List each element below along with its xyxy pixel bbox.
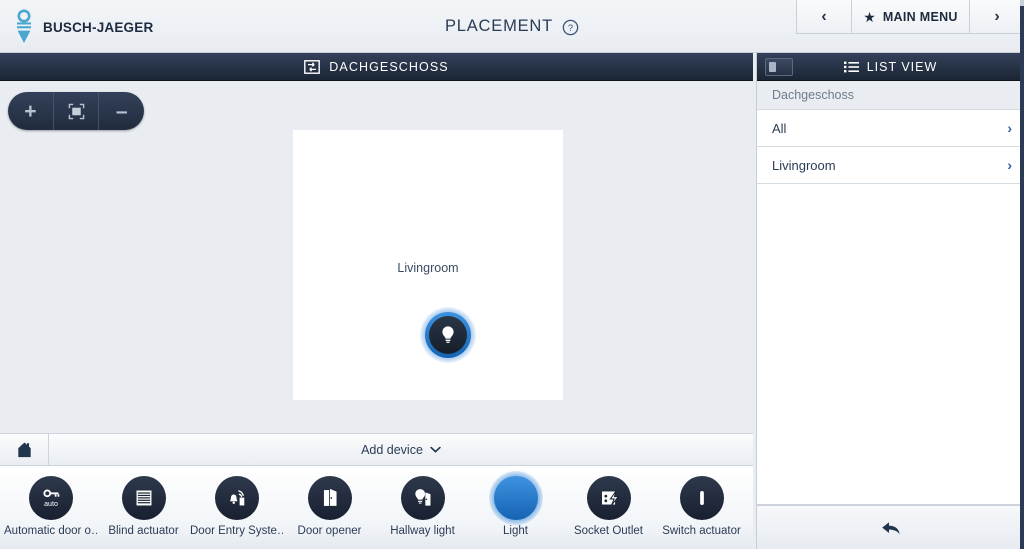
application-window: BUSCH-JAEGER PLACEMENT ? ‹ ★ MAIN MENU › [0,0,1024,549]
collapse-panel-icon[interactable] [765,58,793,76]
list-icon [843,61,859,72]
header-navigation: ‹ ★ MAIN MENU › [796,0,1024,34]
star-icon: ★ [863,8,876,25]
window-right-edge [1020,0,1024,549]
palette-item-door[interactable]: Door [748,466,753,537]
palette-item-hallway-light[interactable]: Hallway light [376,466,469,537]
list-item-label: All [772,120,787,136]
minus-icon: – [115,99,128,123]
palette-item-switch-actuator[interactable]: Switch actuator [655,466,748,537]
list-view-panel: LIST VIEW Dachgeschoss All › Livingroom … [756,53,1024,549]
add-device-button[interactable]: Add device [49,434,753,465]
chevron-left-icon: ‹ [821,7,827,25]
list-view-body: Dachgeschoss All › Livingroom › [757,81,1024,505]
palette-item-light[interactable]: Light [469,466,562,537]
palette-item-label: Socket Outlet [573,525,644,537]
list-view-header: LIST VIEW [757,53,1024,81]
list-item-all[interactable]: All › [757,110,1024,147]
list-view-title: LIST VIEW [866,59,938,74]
add-device-bar: Add device [0,433,753,466]
palette-item-door-opener[interactable]: Door opener [283,466,376,537]
palette-item-socket-outlet[interactable]: Socket Outlet [562,466,655,537]
room-livingroom[interactable]: Livingroom [293,130,563,400]
chevron-right-icon: › [994,7,1000,25]
svg-text:auto: auto [44,500,58,508]
palette-item-label: Hallway light [390,525,455,537]
palette-item-label: Switch actuator [662,525,741,537]
help-question-icon[interactable]: ? [562,19,579,36]
home-button[interactable] [0,434,49,465]
zoom-controls: + – [8,92,144,130]
next-button[interactable]: › [969,0,1024,34]
chevron-right-icon: › [1007,157,1012,173]
blind-actuator-icon [136,490,151,506]
chevron-right-icon: › [1007,120,1012,136]
fit-to-screen-button[interactable] [52,92,99,130]
back-button[interactable] [757,505,1024,549]
list-item-label: Livingroom [772,157,836,173]
zoom-in-button[interactable]: + [8,92,53,130]
palette-item-automatic-door-opener[interactable]: auto Automatic door o… [4,466,97,537]
socket-outlet-icon [601,490,619,506]
palette-item-label: Door Entry Syste… [190,525,283,537]
add-device-label: Add device [361,442,423,457]
app-header: BUSCH-JAEGER PLACEMENT ? ‹ ★ MAIN MENU › [0,0,1024,53]
palette-item-blind-actuator[interactable]: Blind actuator [97,466,190,537]
fit-to-screen-icon [68,103,84,119]
floor-title-bar[interactable]: DACHGESCHOSS [0,53,753,81]
device-palette[interactable]: auto Automatic door o… Blind actuator Do… [0,466,753,549]
automatic-door-opener-icon: auto [42,489,59,508]
switch-actuator-icon [699,491,704,505]
plus-icon: + [24,99,37,123]
chevron-down-icon [430,446,441,453]
list-group-header: Dachgeschoss [757,81,1024,110]
svg-text:?: ? [568,23,573,33]
palette-item-label: Automatic door o… [4,525,97,537]
main-menu-label: MAIN MENU [882,9,958,24]
placement-canvas[interactable]: + – Livingroom [0,81,753,433]
main-menu-button[interactable]: ★ MAIN MENU [851,0,969,34]
light-icon [509,488,522,508]
prev-button[interactable]: ‹ [796,0,851,34]
room-label: Livingroom [397,261,459,275]
page-title: PLACEMENT [444,17,554,35]
floorplan-icon [304,59,321,74]
device-core [429,316,467,354]
canvas-device-light[interactable] [420,307,476,363]
door-entry-system-icon [229,490,244,506]
list-item-livingroom[interactable]: Livingroom › [757,147,1024,184]
palette-item-label: Door opener [297,525,362,537]
lightbulb-icon [442,326,454,343]
palette-item-label: Blind actuator [108,525,179,537]
hallway-light-icon [414,489,430,506]
zoom-out-button[interactable]: – [98,92,144,130]
collapse-bar [769,62,776,72]
back-arrow-icon [881,521,900,534]
palette-item-door-entry-system[interactable]: Door Entry Syste… [190,466,283,537]
palette-item-label: Light [503,525,528,537]
home-icon [17,442,31,458]
door-opener-icon [323,488,337,506]
floor-title-label: DACHGESCHOSS [329,59,449,74]
